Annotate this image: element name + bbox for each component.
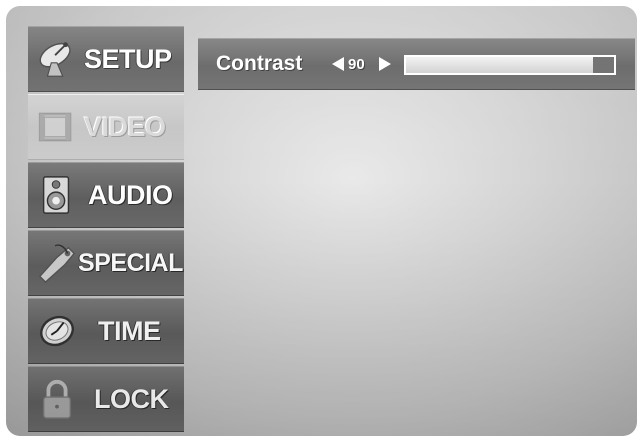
- menu-item-time[interactable]: TIME: [28, 298, 184, 364]
- contrast-setting-bar[interactable]: Contrast 90: [198, 38, 635, 90]
- menu-item-setup[interactable]: SETUP: [28, 26, 184, 92]
- decrease-arrow-icon[interactable]: [332, 57, 344, 71]
- menu-item-video[interactable]: VIDEO: [28, 94, 184, 160]
- menu-item-audio-label: AUDIO: [88, 180, 173, 210]
- menu-sidebar: SETUP VIDEO AUDIO SPECIAL TIME LOCK: [28, 26, 184, 432]
- menu-item-video-label: VIDEO: [84, 112, 166, 142]
- setting-value: 90: [348, 56, 365, 73]
- menu-item-special[interactable]: SPECIAL: [28, 230, 184, 296]
- satellite-dish-icon: [36, 38, 78, 80]
- menu-item-audio[interactable]: AUDIO: [28, 162, 184, 228]
- menu-item-lock[interactable]: LOCK: [28, 366, 184, 432]
- menu-item-time-label: TIME: [98, 316, 161, 346]
- increase-arrow-icon[interactable]: [379, 57, 391, 71]
- osd-screen: SETUP VIDEO AUDIO SPECIAL TIME LOCK Cont…: [6, 6, 637, 436]
- film-frame-icon: [36, 106, 78, 148]
- menu-item-setup-label: SETUP: [84, 44, 172, 74]
- tag-icon: [36, 242, 78, 284]
- speaker-icon: [36, 174, 78, 216]
- clock-icon: [36, 310, 78, 352]
- setting-name: Contrast: [216, 52, 303, 75]
- contrast-slider-fill: [406, 57, 594, 73]
- contrast-slider[interactable]: [404, 55, 616, 75]
- menu-item-special-label: SPECIAL: [78, 249, 183, 277]
- menu-item-lock-label: LOCK: [94, 384, 169, 414]
- padlock-icon: [36, 378, 78, 420]
